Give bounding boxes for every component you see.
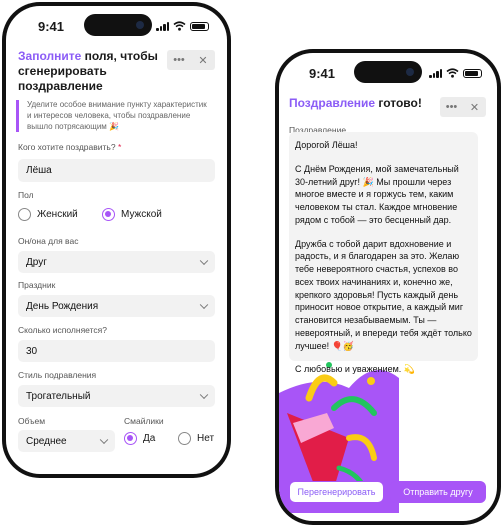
more-icon[interactable]: ••• — [440, 101, 463, 113]
dynamic-island — [84, 14, 152, 36]
relation-select[interactable]: Друг — [18, 251, 215, 273]
close-icon[interactable]: ✕ — [463, 101, 486, 114]
wifi-icon — [446, 68, 459, 78]
message-signoff: С любовью и уважением. 💫 — [295, 364, 416, 375]
gender-label: Пол — [18, 190, 34, 200]
phone-form: 9:41 Заполните поля, чтобы сгенерировать… — [2, 2, 231, 478]
window-controls: ••• ✕ — [440, 97, 486, 117]
status-bar: 9:41 — [6, 6, 227, 42]
form-screen: 9:41 Заполните поля, чтобы сгенерировать… — [6, 6, 227, 474]
radio-selected-icon — [124, 432, 137, 445]
result-screen: 9:41 Поздравление готово! ••• ✕ Поздравл… — [279, 53, 497, 521]
emoji-label: Смайлики — [124, 416, 164, 426]
recipient-label: Кого хотите поздравить? * — [18, 142, 122, 152]
style-select[interactable]: Трогательный — [18, 385, 215, 407]
chevron-down-icon — [99, 435, 109, 445]
battery-icon — [463, 68, 482, 78]
send-to-friend-button[interactable]: Отправить другу — [390, 481, 486, 503]
regenerate-button[interactable]: Перегенерировать — [289, 481, 384, 503]
dynamic-island — [354, 61, 422, 83]
system-icons — [156, 21, 209, 31]
signal-icon — [156, 21, 169, 31]
message-paragraph-1: С Днём Рождения, мой замечательный 30-ле… — [295, 163, 459, 225]
radio-selected-icon — [102, 208, 115, 221]
emoji-option-no[interactable]: Нет — [178, 432, 214, 445]
relation-label: Он/она для вас — [18, 236, 79, 246]
recipient-input[interactable]: Лёша — [18, 159, 215, 182]
phone-result: 9:41 Поздравление готово! ••• ✕ Поздравл… — [275, 49, 501, 525]
emoji-option-yes[interactable]: Да — [124, 432, 155, 445]
style-label: Стиль подравления — [18, 370, 97, 380]
signal-icon — [429, 68, 442, 78]
chevron-down-icon — [199, 300, 209, 310]
status-bar: 9:41 — [279, 53, 497, 89]
form-title-accent: Заполните — [18, 49, 82, 63]
length-select[interactable]: Среднее — [18, 430, 115, 452]
battery-icon — [190, 21, 209, 31]
message-greeting: Дорогой Лёша! — [295, 140, 358, 150]
result-title-rest: готово! — [375, 96, 422, 110]
radio-circle-icon — [18, 208, 31, 221]
age-label: Сколько исполняется? — [18, 325, 108, 335]
more-icon[interactable]: ••• — [167, 54, 191, 66]
chevron-down-icon — [199, 256, 209, 266]
result-title: Поздравление готово! — [289, 96, 439, 111]
result-title-accent: Поздравление — [289, 96, 376, 110]
required-mark: * — [117, 142, 122, 152]
age-input[interactable]: 30 — [18, 340, 215, 362]
holiday-select[interactable]: День Рождения — [18, 295, 215, 317]
hint-text: Уделите особое внимание пункту характери… — [16, 100, 210, 133]
status-time: 9:41 — [38, 19, 65, 34]
radio-circle-icon — [178, 432, 191, 445]
holiday-label: Праздник — [18, 280, 56, 290]
window-controls: ••• ✕ — [167, 50, 215, 70]
system-icons — [429, 68, 482, 78]
form-title: Заполните поля, чтобы сгенерировать позд… — [18, 49, 178, 94]
status-time: 9:41 — [309, 66, 336, 81]
gender-option-male[interactable]: Мужской — [102, 208, 162, 221]
length-label: Объем — [18, 416, 46, 426]
close-icon[interactable]: ✕ — [191, 54, 215, 67]
wifi-icon — [173, 21, 186, 31]
message-text-box[interactable]: Дорогой Лёша! С Днём Рождения, мой замеч… — [289, 132, 478, 374]
chevron-down-icon — [199, 390, 209, 400]
gender-option-female[interactable]: Женский — [18, 208, 78, 221]
message-paragraph-2: Дружба с тобой дарит вдохновение и радос… — [295, 238, 472, 351]
